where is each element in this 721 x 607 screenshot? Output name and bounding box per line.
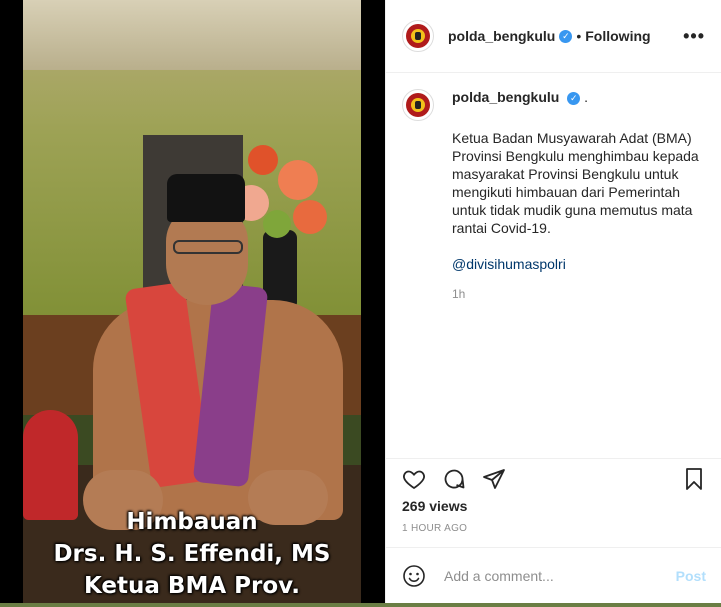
verified-badge-icon: ✓ [559, 29, 573, 43]
caption-text: Ketua Badan Musyawarah Adat (BMA) Provin… [452, 129, 700, 273]
video-scene-vase [263, 230, 297, 310]
share-icon[interactable] [482, 467, 506, 491]
following-button[interactable]: Following [585, 28, 650, 44]
caption-section: polda_bengkulu ✓ . Ketua Badan Musyawara… [386, 73, 721, 463]
video-scene-leaves [263, 210, 291, 238]
emoji-icon[interactable] [402, 564, 426, 588]
post-header: polda_bengkulu ✓ • Following ••• [386, 0, 721, 73]
action-bar [386, 458, 721, 498]
post-sidebar: polda_bengkulu ✓ • Following ••• polda_b… [385, 0, 721, 603]
caption-comment: polda_bengkulu ✓ . Ketua Badan Musyawara… [402, 89, 705, 301]
verified-badge-icon: ✓ [567, 91, 581, 105]
add-comment-bar: Post [386, 547, 721, 603]
video-caption-line-1: Himbauan [126, 509, 258, 535]
post-comment-button[interactable]: Post [676, 568, 706, 584]
video-scene-flower [293, 200, 327, 234]
avatar[interactable] [402, 20, 434, 52]
video-scene-red-object [23, 410, 78, 520]
mention-link[interactable]: @divisihumaspolri [452, 255, 700, 273]
avatar-logo-core [415, 101, 421, 109]
views-count[interactable]: 269 views [402, 498, 467, 514]
post-modal: Himbauan Drs. H. S. Effendi, MS Ketua BM… [0, 0, 721, 603]
comment-icon[interactable] [442, 467, 466, 491]
heart-icon[interactable] [402, 467, 426, 491]
video-caption-line-3: Ketua BMA Prov. Bengkulu [84, 573, 300, 599]
follow-separator: • [576, 28, 582, 44]
video-scene-flower [248, 145, 278, 175]
video-person-glasses [173, 240, 243, 254]
caption-trailing-dot: . [584, 89, 589, 105]
media-panel: Himbauan Drs. H. S. Effendi, MS Ketua BM… [0, 0, 385, 603]
video-person-cap [167, 174, 245, 222]
video-caption-line-2: Drs. H. S. Effendi, MS [53, 541, 331, 567]
header-username-link[interactable]: polda_bengkulu [448, 28, 555, 44]
caption-time[interactable]: 1h [452, 287, 700, 301]
bookmark-icon[interactable] [682, 467, 706, 491]
caption-username-link[interactable]: polda_bengkulu [452, 89, 559, 105]
avatar[interactable] [402, 89, 434, 121]
more-options-icon[interactable]: ••• [683, 26, 705, 47]
caption-body: polda_bengkulu ✓ . Ketua Badan Musyawara… [452, 89, 700, 301]
avatar-logo-core [415, 32, 421, 40]
caption-text-body: Ketua Badan Musyawarah Adat (BMA) Provin… [452, 130, 699, 236]
post-timestamp[interactable]: 1 HOUR AGO [402, 523, 467, 534]
video-player[interactable]: Himbauan Drs. H. S. Effendi, MS Ketua BM… [23, 0, 361, 603]
caption-header: polda_bengkulu ✓ . [452, 89, 700, 105]
comment-input[interactable] [442, 566, 676, 585]
video-scene-flower [278, 160, 318, 200]
video-scene-ceiling [23, 0, 361, 70]
